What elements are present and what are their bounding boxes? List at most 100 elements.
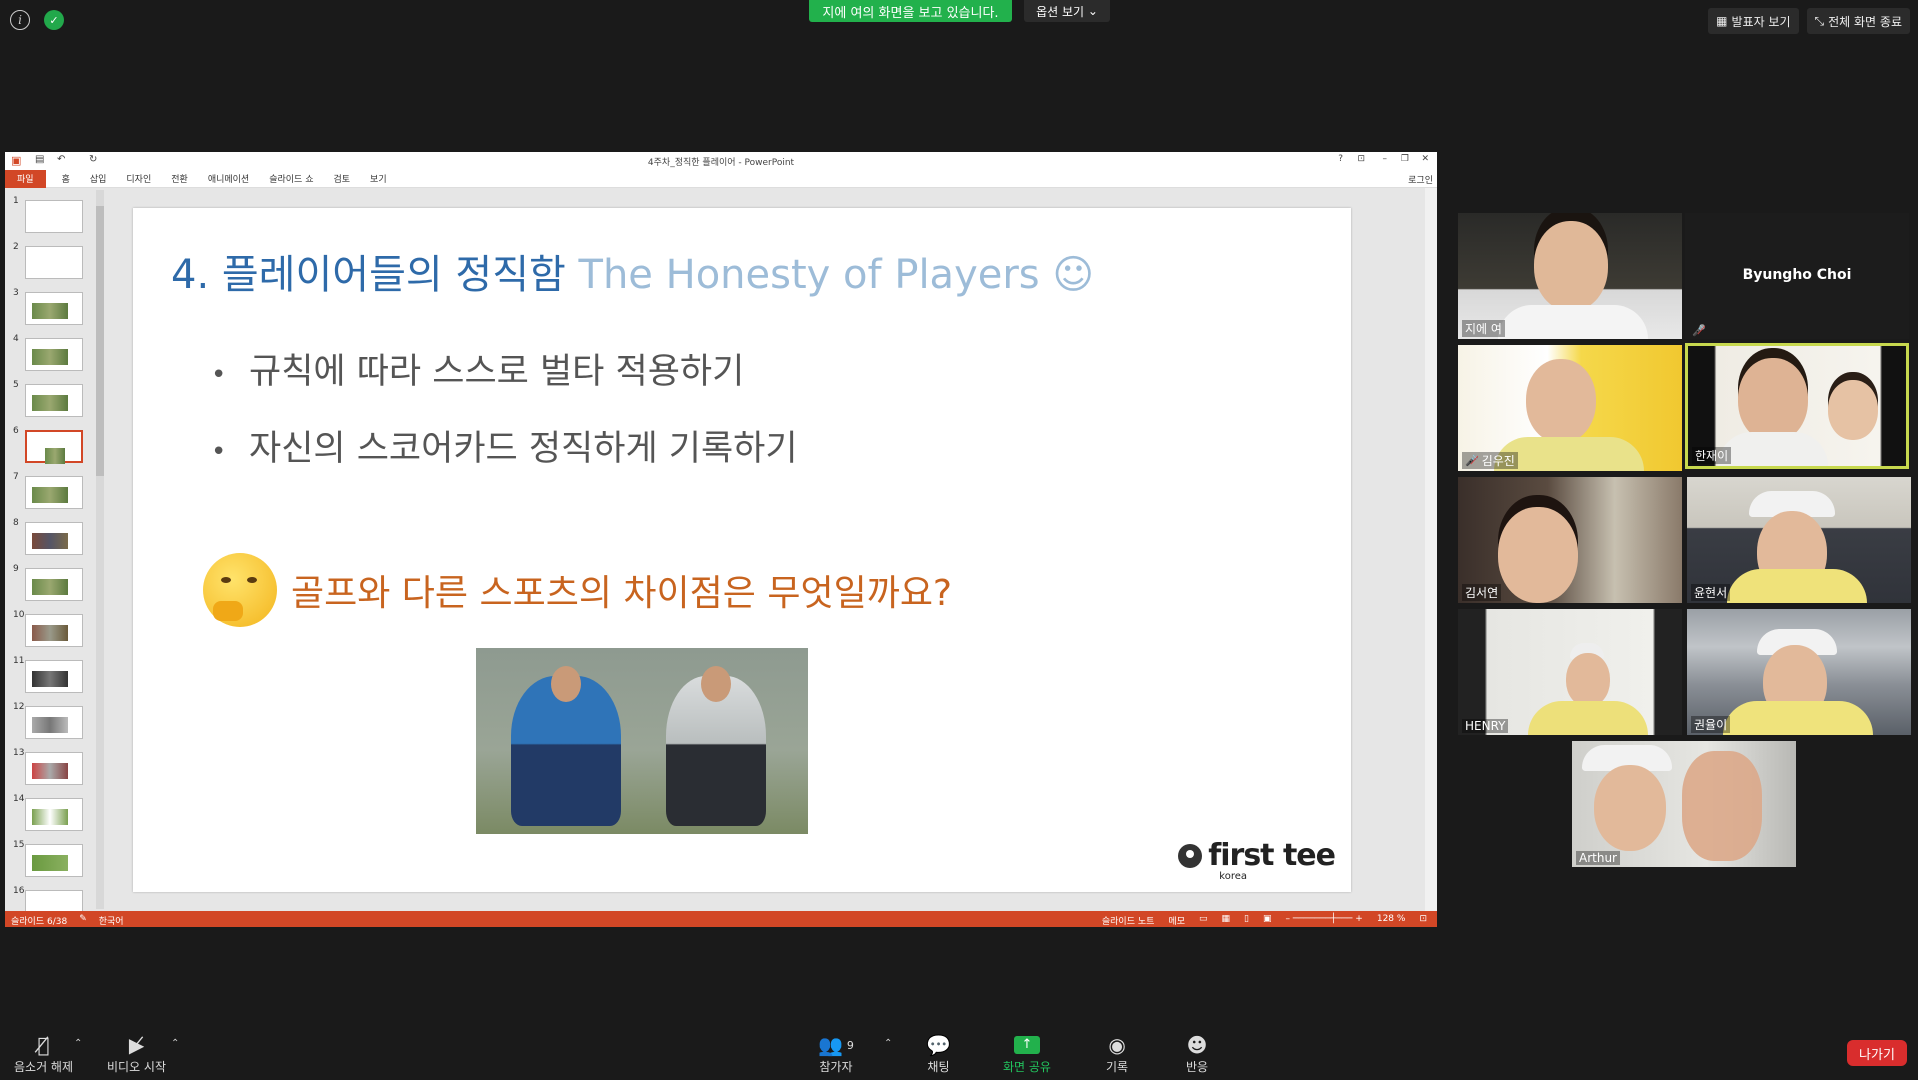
slide-thumbnail[interactable]: 13	[5, 748, 105, 788]
restore-icon[interactable]: ❐	[1401, 154, 1409, 164]
start-video-button[interactable]: ▶̸ 비디오 시작	[107, 1032, 166, 1075]
language-indicator[interactable]: 한국어	[99, 914, 124, 927]
security-shield-icon[interactable]: ✓	[44, 10, 64, 30]
participant-tile[interactable]: 윤현서	[1687, 477, 1911, 603]
slide-thumbnail[interactable]: 1	[5, 196, 105, 236]
participant-tile[interactable]: Byungho Choi 🎤̸	[1685, 213, 1909, 339]
ribbon-display-icon[interactable]: ⊡	[1357, 154, 1365, 164]
slide-scrollbar[interactable]	[1425, 188, 1437, 911]
thumbnail-preview	[25, 292, 83, 325]
slide-thumbnail[interactable]: 14	[5, 794, 105, 834]
leave-meeting-button[interactable]: 나가기	[1847, 1040, 1907, 1066]
reading-view-icon[interactable]: ▯	[1244, 914, 1249, 927]
mic-muted-icon: 🎤̸	[1465, 454, 1479, 467]
slide-thumbnail[interactable]: 7	[5, 472, 105, 512]
tab-view[interactable]: 보기	[360, 170, 397, 188]
exit-fullscreen-icon: ⤡	[1814, 13, 1825, 28]
thumbnail-number: 10	[13, 610, 25, 620]
slide-title-korean: 4. 플레이어들의 정직함	[171, 252, 566, 298]
participant-tile[interactable]: 김서연	[1458, 477, 1682, 603]
fit-slide-icon[interactable]: ⊡	[1419, 914, 1427, 927]
tab-home[interactable]: 홈	[52, 170, 80, 188]
participants-caret-icon[interactable]: ⌃	[884, 1038, 892, 1049]
tab-transitions[interactable]: 전환	[161, 170, 198, 188]
ppt-workspace: 1 2 3 4 5 6 7 8 9 10 11 12 13 14 15 16 4…	[5, 188, 1437, 911]
share-screen-button[interactable]: ↑ 화면 공유	[1003, 1032, 1051, 1075]
thumbnail-scrollbar[interactable]	[96, 190, 104, 909]
participant-tile[interactable]: 🎤̸ 김우진	[1458, 345, 1682, 471]
exit-fullscreen-button[interactable]: ⤡ 전체 화면 종료	[1806, 8, 1910, 34]
video-options-caret-icon[interactable]: ⌃	[171, 1038, 179, 1049]
notes-button[interactable]: 슬라이드 노트	[1102, 914, 1155, 927]
participant-tile[interactable]: Arthur	[1572, 741, 1796, 867]
slide-thumbnail[interactable]: 4	[5, 334, 105, 374]
tab-design[interactable]: 디자인	[116, 170, 161, 188]
speaker-view-button[interactable]: ▦ 발표자 보기	[1708, 8, 1799, 34]
thumbnail-preview	[25, 798, 83, 831]
info-icon[interactable]: i	[10, 10, 30, 30]
chat-button[interactable]: 💬 채팅	[926, 1032, 951, 1075]
scrollbar-thumb[interactable]	[96, 206, 104, 476]
view-options-label: 옵션 보기	[1036, 4, 1085, 19]
slide-thumbnail[interactable]: 15	[5, 840, 105, 880]
normal-view-icon[interactable]: ▭	[1199, 914, 1208, 927]
participant-name-center: Byungho Choi	[1742, 267, 1852, 283]
thumbnail-number: 3	[13, 288, 19, 298]
slide-thumbnail-selected[interactable]: 6	[5, 426, 105, 466]
slide-thumbnail[interactable]: 10	[5, 610, 105, 650]
record-button[interactable]: ◉ 기록	[1106, 1032, 1128, 1075]
thumbnail-preview	[25, 430, 83, 464]
thumbnail-number: 5	[13, 380, 19, 390]
slide-thumbnail[interactable]: 2	[5, 242, 105, 282]
speaker-view-icon: ▦	[1716, 14, 1728, 28]
slide-thumbnail[interactable]: 3	[5, 288, 105, 328]
record-label: 기록	[1106, 1060, 1129, 1074]
view-options-button[interactable]: 옵션 보기 ⌄	[1024, 0, 1110, 22]
unmute-button[interactable]: 🎙̸ 음소거 해제	[14, 1032, 73, 1075]
slide-thumbnail[interactable]: 11	[5, 656, 105, 696]
tab-insert[interactable]: 삽입	[80, 170, 117, 188]
slide-sorter-icon[interactable]: ▦	[1222, 914, 1231, 927]
thinking-face-icon	[203, 553, 277, 627]
slide-thumbnail[interactable]: 9	[5, 564, 105, 604]
slideshow-icon[interactable]: ▣	[1263, 914, 1272, 927]
thumbnail-preview	[25, 200, 83, 233]
audio-options-caret-icon[interactable]: ⌃	[74, 1038, 82, 1049]
thumbnail-number: 2	[13, 242, 19, 252]
minimize-icon[interactable]: –	[1383, 154, 1388, 164]
thumbnail-preview	[25, 706, 83, 739]
participant-tile[interactable]: HENRY	[1458, 609, 1682, 735]
slide-thumbnail[interactable]: 8	[5, 518, 105, 558]
signin-link[interactable]: 로그인	[1408, 173, 1433, 186]
thumbnail-number: 13	[13, 748, 25, 758]
slide-thumbnail[interactable]: 16	[5, 886, 105, 911]
participants-button[interactable]: 👥 9 참가자	[818, 1032, 854, 1075]
thumbnail-number: 16	[13, 886, 25, 896]
zoom-slider[interactable]: – ───────┼─── +	[1285, 914, 1362, 927]
thumbnail-preview	[25, 752, 83, 785]
meeting-toolbar: 🎙̸ 음소거 해제 ⌃ ▶̸ 비디오 시작 ⌃ 👥 9 참가자 ⌃ 💬 채팅 ↑ …	[0, 1020, 1918, 1080]
comments-button[interactable]: 메모	[1168, 914, 1185, 927]
slide-canvas[interactable]: 4. 플레이어들의 정직함 The Honesty of Players ☺ •…	[133, 208, 1351, 892]
slide-thumbnail[interactable]: 5	[5, 380, 105, 420]
thumbnail-preview	[25, 384, 83, 417]
thumbnail-preview	[25, 522, 83, 555]
unmute-label: 음소거 해제	[14, 1060, 74, 1074]
tab-review[interactable]: 검토	[323, 170, 360, 188]
close-icon[interactable]: ✕	[1421, 154, 1429, 164]
tab-slideshow[interactable]: 슬라이드 쇼	[259, 170, 323, 188]
participant-tile[interactable]: 지에 여	[1458, 213, 1682, 339]
reactions-button[interactable]: ☻ 반응	[1186, 1032, 1208, 1075]
thumbnail-preview	[25, 844, 83, 877]
tab-animations[interactable]: 애니메이션	[198, 170, 259, 188]
help-icon[interactable]: ?	[1338, 154, 1343, 164]
participant-tile[interactable]: 권율이	[1687, 609, 1911, 735]
participants-icon: 👥	[818, 1033, 843, 1057]
slide-thumbnail[interactable]: 12	[5, 702, 105, 742]
thumbnail-preview	[25, 568, 83, 601]
tab-file[interactable]: 파일	[5, 169, 46, 188]
spellcheck-icon[interactable]: ✎	[79, 914, 87, 927]
slide-thumbnail-pane: 1 2 3 4 5 6 7 8 9 10 11 12 13 14 15 16	[5, 188, 105, 911]
participant-tile-active-speaker[interactable]: 한재이	[1685, 343, 1909, 469]
zoom-level[interactable]: 128 %	[1377, 914, 1406, 927]
